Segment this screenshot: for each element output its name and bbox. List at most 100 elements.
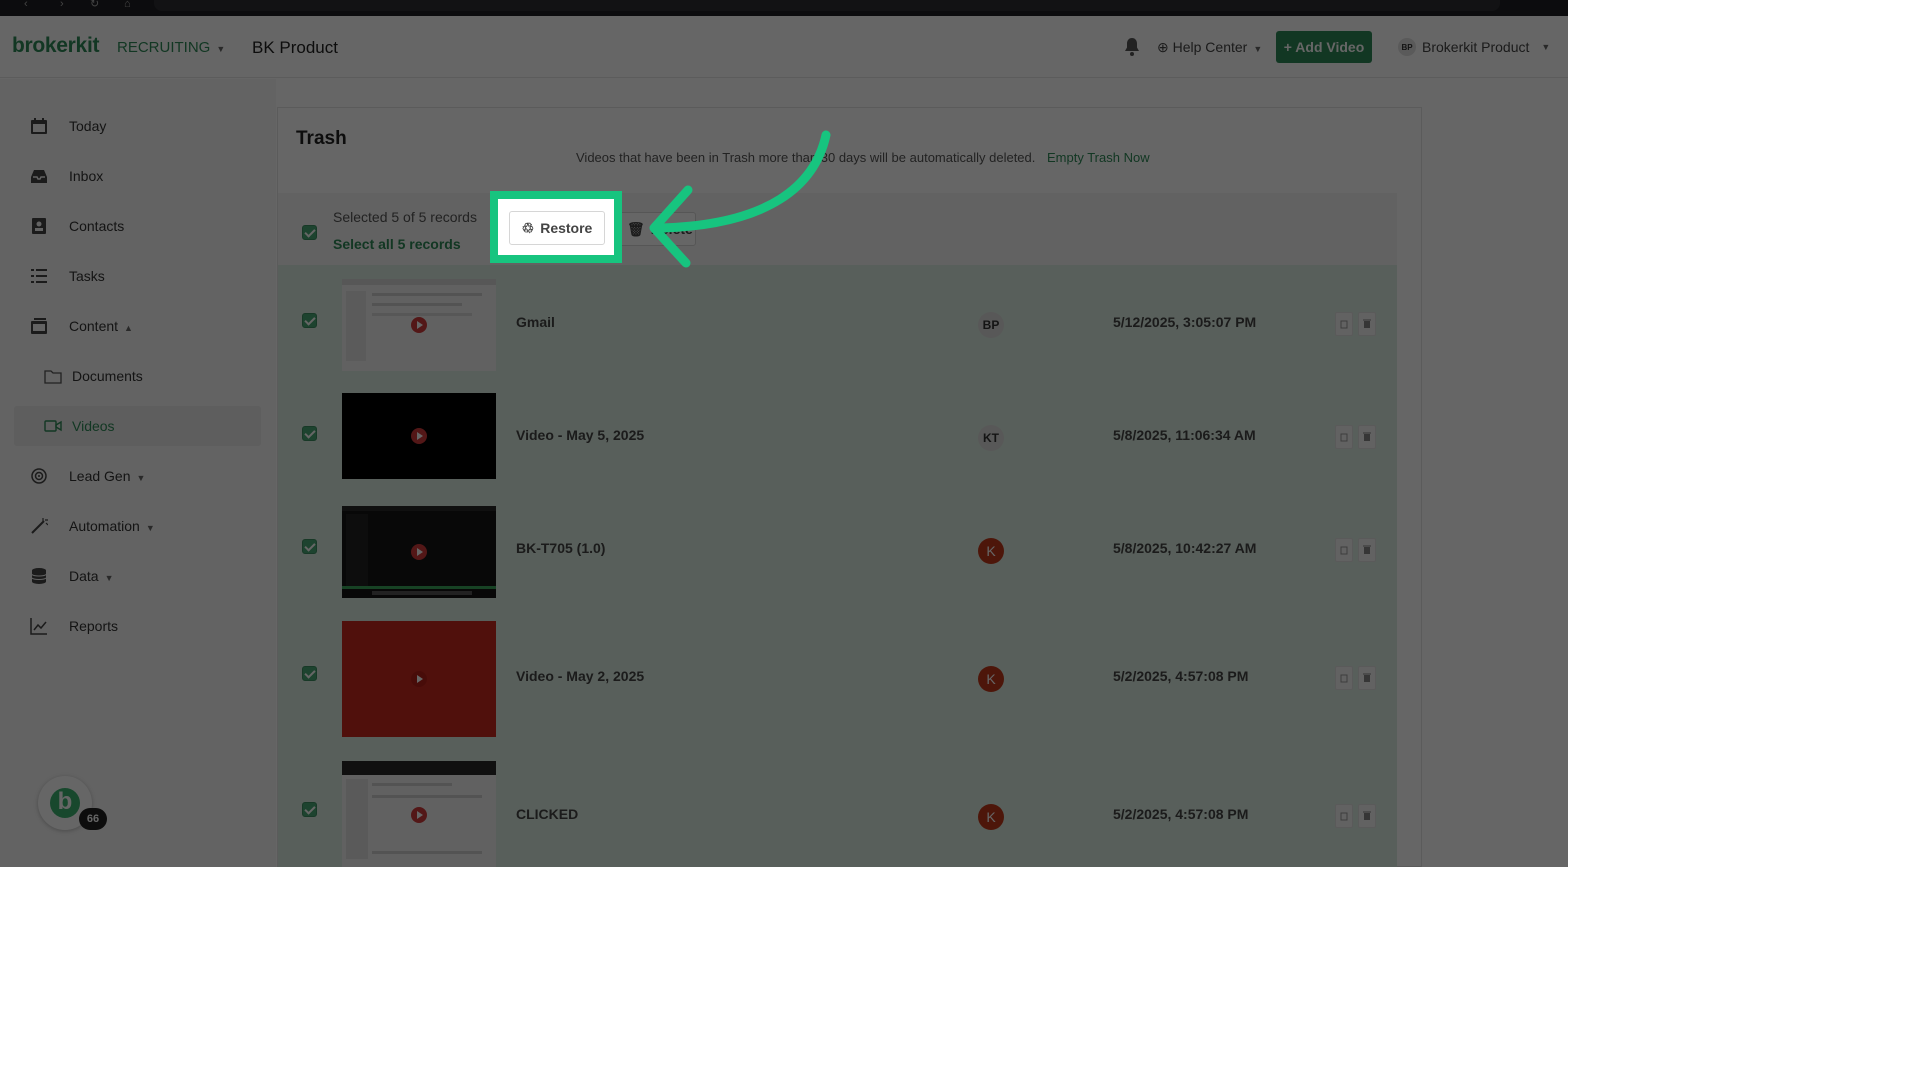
browser-toolbar: ‹ › ↻ ⌂	[0, 0, 1568, 16]
notification-badge: 66	[79, 808, 107, 830]
sidebar-item-label: Reports	[69, 618, 119, 634]
forward-icon[interactable]: ›	[60, 0, 70, 10]
empty-trash-link[interactable]: Empty Trash Now	[1047, 150, 1150, 165]
sidebar-item-today[interactable]: Today	[14, 106, 261, 146]
row-checkbox[interactable]	[302, 426, 317, 441]
highlight-box	[490, 191, 622, 263]
table-row[interactable]: Video - May 5, 2025 KT 5/8/2025, 11:06:3…	[278, 378, 1397, 491]
wand-icon	[31, 518, 48, 534]
sidebar: Today Inbox Contacts Tasks Content ▲ Docu…	[0, 79, 276, 867]
restore-icon[interactable]	[1335, 312, 1353, 336]
owner-avatar: K	[978, 804, 1004, 830]
globe-icon: ⊕	[1157, 39, 1169, 55]
chevron-down-icon: ▼	[145, 523, 155, 533]
owner-avatar: K	[978, 538, 1004, 564]
trash-icon[interactable]	[1358, 804, 1376, 828]
chevron-down-icon: ▼	[1541, 42, 1551, 52]
table-row[interactable]: CLICKED K 5/2/2025, 4:57:08 PM	[278, 744, 1397, 868]
sidebar-item-label: Inbox	[69, 168, 104, 184]
help-center-label: Help Center	[1172, 39, 1248, 55]
restore-icon[interactable]	[1335, 538, 1353, 562]
sidebar-item-videos[interactable]: Videos	[14, 406, 261, 446]
video-thumbnail[interactable]	[342, 393, 496, 479]
trash-icon[interactable]	[1358, 538, 1376, 562]
row-checkbox[interactable]	[302, 313, 317, 328]
lead-gen-label: Lead Gen	[69, 468, 131, 484]
restore-icon[interactable]	[1335, 425, 1353, 449]
sidebar-item-label: Lead Gen ▼	[69, 468, 145, 484]
contacts-icon	[32, 218, 46, 234]
product-name: BK Product	[252, 38, 338, 57]
video-name[interactable]: Video - May 2, 2025	[516, 668, 644, 684]
sidebar-item-label: Automation ▼	[69, 518, 155, 534]
restore-icon[interactable]	[1335, 804, 1353, 828]
play-icon	[411, 671, 427, 687]
sidebar-item-contacts[interactable]: Contacts	[14, 206, 261, 246]
chevron-down-icon: ▼	[1253, 44, 1263, 54]
folder-icon	[44, 370, 62, 384]
user-menu[interactable]: BP Brokerkit Product ▼	[1398, 38, 1550, 56]
back-icon[interactable]: ‹	[24, 0, 34, 10]
trash-icon[interactable]	[1358, 425, 1376, 449]
trash-icon[interactable]	[1358, 312, 1376, 336]
trash-panel: Trash Videos that have been in Trash mor…	[277, 107, 1422, 868]
play-icon	[411, 806, 427, 823]
row-checkbox[interactable]	[302, 666, 317, 681]
pointer-arrow-icon	[649, 130, 831, 268]
sidebar-item-automation[interactable]: Automation ▼	[14, 506, 261, 546]
sidebar-item-label: Videos	[72, 418, 115, 434]
chevron-down-icon: ▼	[136, 473, 146, 483]
module-switcher[interactable]: RECRUITING ▼	[117, 39, 225, 56]
chevron-down-icon: ▼	[216, 44, 226, 54]
brand-logo[interactable]: brokerkit	[12, 34, 99, 58]
row-checkbox[interactable]	[302, 802, 317, 817]
help-center-menu[interactable]: ⊕ Help Center ▼	[1157, 39, 1262, 56]
table-row[interactable]: Gmail BP 5/12/2025, 3:05:07 PM	[278, 265, 1397, 378]
video-name[interactable]: Gmail	[516, 314, 555, 330]
tasks-icon	[31, 269, 47, 283]
video-thumbnail[interactable]	[342, 621, 496, 737]
restore-icon[interactable]	[1335, 666, 1353, 690]
table-row[interactable]: Video - May 2, 2025 K 5/2/2025, 4:57:08 …	[278, 604, 1397, 744]
video-thumbnail[interactable]	[342, 506, 496, 598]
sidebar-item-content[interactable]: Content ▲	[14, 306, 261, 346]
database-icon	[31, 568, 47, 584]
home-icon[interactable]: ⌂	[124, 0, 134, 10]
top-bar: brokerkit RECRUITING ▼ BK Product ⊕ Help …	[0, 16, 1568, 78]
sidebar-item-data[interactable]: Data ▼	[14, 556, 261, 596]
select-all-link[interactable]: Select all 5 records	[333, 236, 461, 252]
table-row[interactable]: BK-T705 (1.0) K 5/8/2025, 10:42:27 AM	[278, 491, 1397, 604]
video-thumbnail[interactable]	[342, 761, 496, 868]
sidebar-item-documents[interactable]: Documents	[14, 356, 261, 396]
calendar-icon	[31, 118, 47, 134]
bell-icon[interactable]	[1123, 37, 1141, 57]
deleted-date: 5/2/2025, 4:57:08 PM	[1113, 668, 1249, 684]
content-label: Content	[69, 318, 119, 334]
page-title: Trash	[296, 128, 347, 149]
chevron-down-icon: ▼	[104, 573, 114, 583]
reload-icon[interactable]: ↻	[90, 0, 100, 10]
chevron-up-icon: ▲	[124, 323, 133, 333]
leadgen-icon	[31, 468, 47, 484]
play-icon	[411, 428, 427, 444]
row-checkbox[interactable]	[302, 539, 317, 554]
deleted-date: 5/2/2025, 4:57:08 PM	[1113, 806, 1249, 822]
inbox-icon	[31, 170, 47, 183]
sidebar-item-label: Contacts	[69, 218, 125, 234]
select-all-checkbox[interactable]	[302, 225, 317, 240]
video-name[interactable]: Video - May 5, 2025	[516, 427, 644, 443]
trash-icon[interactable]	[1358, 666, 1376, 690]
video-thumbnail[interactable]	[342, 279, 496, 371]
sidebar-item-tasks[interactable]: Tasks	[14, 256, 261, 296]
sidebar-item-label: Data ▼	[69, 568, 114, 584]
sidebar-item-lead-gen[interactable]: Lead Gen ▼	[14, 456, 261, 496]
video-name[interactable]: BK-T705 (1.0)	[516, 540, 605, 556]
sidebar-item-inbox[interactable]: Inbox	[14, 156, 261, 196]
address-bar[interactable]	[154, 0, 1500, 11]
video-name[interactable]: CLICKED	[516, 806, 578, 822]
sidebar-item-reports[interactable]: Reports	[14, 606, 261, 646]
add-video-button[interactable]: + Add Video	[1276, 31, 1372, 63]
bottom-edge	[0, 867, 1568, 882]
selection-count: Selected 5 of 5 records	[333, 209, 477, 225]
video-icon	[44, 420, 62, 432]
